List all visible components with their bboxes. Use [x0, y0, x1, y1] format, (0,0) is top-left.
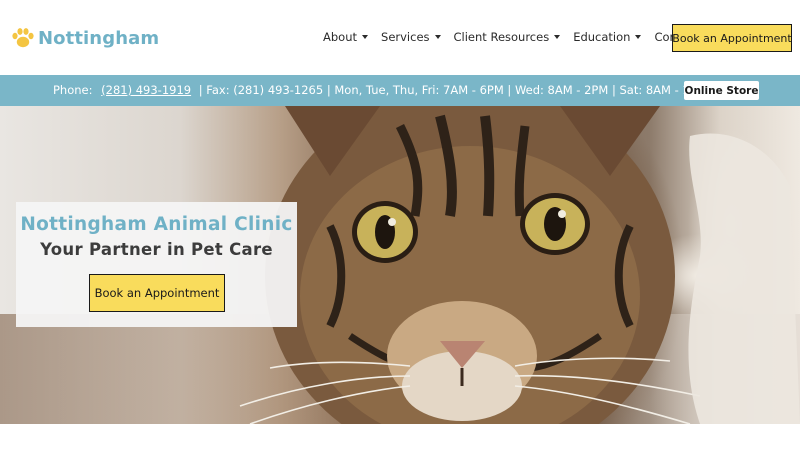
contact-info-text: Phone: (281) 493-1919 | Fax: (281) 493-1… [53, 83, 714, 97]
chevron-down-icon [362, 35, 369, 39]
nav-item-services[interactable]: Services [381, 30, 441, 44]
nav-item-label: Services [381, 30, 430, 44]
hero-title: Nottingham Animal Clinic [20, 214, 293, 235]
content-area-top [0, 424, 800, 450]
book-appointment-button[interactable]: Book an Appointment [672, 24, 792, 52]
hero-section: Nottingham Animal Clinic Your Partner in… [0, 106, 800, 424]
phone-link[interactable]: (281) 493-1919 [101, 83, 191, 97]
nav-item-label: About [323, 30, 358, 44]
paw-icon [12, 28, 34, 48]
nav-item-label: Client Resources [453, 30, 550, 44]
contact-info-bar: Phone: (281) 493-1919 | Fax: (281) 493-1… [0, 75, 800, 106]
hours-text: | Fax: (281) 493-1265 | Mon, Tue, Thu, F… [198, 83, 714, 97]
hero-subtitle: Your Partner in Pet Care [40, 240, 273, 259]
site-logo[interactable]: Nottingham [11, 27, 159, 49]
site-header: Nottingham About Services Client Resourc… [0, 0, 800, 75]
nav-item-education[interactable]: Education [573, 30, 642, 44]
hero-card: Nottingham Animal Clinic Your Partner in… [16, 202, 297, 327]
phone-label: Phone: [53, 83, 93, 97]
logo-text: Nottingham [38, 27, 160, 49]
chevron-down-icon [554, 35, 561, 39]
nav-item-about[interactable]: About [323, 30, 369, 44]
hero-book-appointment-button[interactable]: Book an Appointment [89, 274, 225, 312]
main-nav: About Services Client Resources Educatio… [323, 30, 699, 44]
nav-item-client-resources[interactable]: Client Resources [454, 30, 561, 44]
online-store-button[interactable]: Online Store [684, 81, 759, 100]
chevron-down-icon [635, 35, 642, 39]
chevron-down-icon [434, 35, 441, 39]
nav-item-label: Education [573, 30, 631, 44]
